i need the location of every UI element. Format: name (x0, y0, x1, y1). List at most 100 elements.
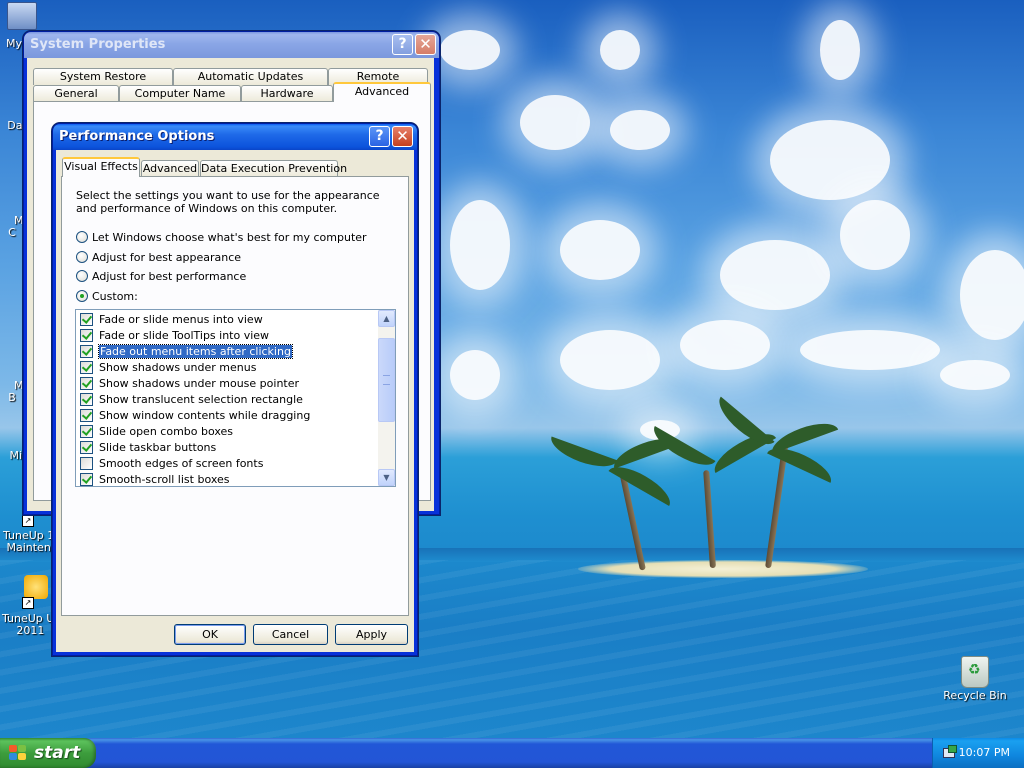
effect-checkbox[interactable] (80, 456, 93, 470)
effect-checkbox[interactable] (80, 440, 93, 454)
cloud (610, 110, 670, 150)
clock[interactable]: 10:07 PM (959, 746, 1010, 759)
arrow-up-icon: ▲ (383, 314, 390, 323)
effect-checkbox[interactable] (80, 344, 93, 358)
tab-advanced[interactable]: Advanced (141, 160, 199, 177)
effect-checkbox[interactable] (80, 328, 93, 342)
help-button[interactable]: ? (369, 126, 390, 147)
system-properties-titlebar[interactable]: System Properties ? ✕ (24, 32, 439, 58)
effect-label: Fade or slide menus into view (99, 312, 263, 326)
radio-button[interactable] (76, 290, 88, 302)
desktop-icon-tuneup-utilities[interactable]: ↗ TuneUp Ut 2011 (0, 575, 59, 637)
effect-label: Fade out menu items after clicking (98, 343, 293, 359)
radio-best-appearance[interactable]: Adjust for best appearance (76, 249, 241, 265)
cloud (600, 30, 640, 70)
cloud (840, 200, 910, 270)
radio-button[interactable] (76, 231, 88, 243)
tuneup-icon (24, 575, 48, 599)
windows-logo-icon (9, 745, 27, 761)
performance-options-titlebar[interactable]: Performance Options ? ✕ (53, 124, 417, 150)
close-button[interactable]: ✕ (415, 34, 436, 55)
apply-button[interactable]: Apply (335, 624, 408, 645)
arrow-down-icon: ▼ (383, 473, 390, 482)
question-icon: ? (375, 128, 384, 144)
effect-item[interactable]: Fade out menu items after clicking (80, 343, 293, 359)
grip-icon (383, 375, 390, 385)
description-text: Select the settings you want to use for … (76, 189, 380, 215)
palm-frond (546, 436, 618, 474)
tab-hardware[interactable]: Hardware (241, 85, 333, 102)
effect-label: Slide open combo boxes (99, 424, 234, 438)
effect-label: Show shadows under menus (99, 360, 257, 374)
taskbar: start 10:07 PM (0, 738, 1024, 768)
close-button[interactable]: ✕ (392, 126, 413, 147)
desktop-icon-micro-1[interactable]: Micro C (0, 203, 43, 251)
desktop-icon-tuneup-maintenance[interactable]: ↗ TuneUp 1 Mainten (0, 515, 56, 563)
desktop-icon-micro-2[interactable]: Micro B (0, 368, 43, 416)
cloud (450, 200, 510, 290)
performance-options-window[interactable]: Performance Options ? ✕ Visual Effects A… (52, 123, 418, 656)
tab-system-restore[interactable]: System Restore (33, 68, 173, 85)
effect-checkbox[interactable] (80, 472, 93, 486)
start-button[interactable]: start (0, 738, 96, 768)
performance-options-client: Visual Effects Advanced Data Execution P… (56, 150, 414, 652)
visual-effects-panel: Select the settings you want to use for … (61, 176, 409, 616)
scroll-up-button[interactable]: ▲ (378, 310, 395, 327)
cloud (680, 320, 770, 370)
effect-item[interactable]: Show shadows under menus (80, 359, 256, 375)
effect-checkbox[interactable] (80, 392, 93, 406)
close-icon: ✕ (396, 127, 409, 145)
cloud (560, 330, 660, 390)
recycle-symbol-icon: ♻ (968, 662, 981, 678)
tab-general[interactable]: General (33, 85, 119, 102)
cloud (770, 120, 890, 200)
effect-item[interactable]: Show window contents while dragging (80, 407, 310, 423)
effect-label: Show window contents while dragging (99, 408, 311, 422)
cloud (440, 30, 500, 70)
help-button[interactable]: ? (392, 34, 413, 55)
effect-checkbox[interactable] (80, 424, 93, 438)
effect-item[interactable]: Slide open combo boxes (80, 423, 233, 439)
radio-let-windows-choose[interactable]: Let Windows choose what's best for my co… (76, 229, 367, 245)
effect-item[interactable]: Show translucent selection rectangle (80, 391, 303, 407)
radio-custom[interactable]: Custom: (76, 288, 138, 304)
cloud (960, 250, 1024, 340)
cloud (520, 95, 590, 150)
effect-item[interactable]: Smooth-scroll list boxes (80, 471, 230, 486)
desktop-icon-my-computer[interactable]: My (2, 2, 42, 50)
scroll-down-button[interactable]: ▼ (378, 469, 395, 486)
effect-label: Fade or slide ToolTips into view (99, 328, 270, 342)
question-icon: ? (398, 36, 407, 52)
network-icon[interactable] (943, 745, 957, 759)
ok-button[interactable]: OK (174, 624, 246, 645)
cloud (820, 20, 860, 80)
scroll-thumb[interactable] (378, 338, 395, 422)
effect-checkbox[interactable] (80, 360, 93, 374)
tab-computer-name[interactable]: Computer Name (119, 85, 241, 102)
desktop-icon-recycle-bin[interactable]: ♻ Recycle Bin (940, 656, 1010, 702)
effect-item[interactable]: Fade or slide ToolTips into view (80, 327, 269, 343)
effect-item[interactable]: Show shadows under mouse pointer (80, 375, 299, 391)
effect-item[interactable]: Slide taskbar buttons (80, 439, 216, 455)
vertical-scrollbar[interactable]: ▲ ▼ (378, 310, 395, 486)
effect-item[interactable]: Smooth edges of screen fonts (80, 455, 263, 471)
effect-item[interactable]: Fade or slide menus into view (80, 311, 263, 327)
visual-effects-list[interactable]: Fade or slide menus into view Fade or sli… (75, 309, 396, 487)
effect-checkbox[interactable] (80, 312, 93, 326)
tab-data-execution-prevention[interactable]: Data Execution Prevention (200, 160, 347, 177)
effect-checkbox[interactable] (80, 408, 93, 422)
radio-best-performance[interactable]: Adjust for best performance (76, 268, 246, 284)
shortcut-arrow-icon: ↗ (22, 515, 34, 527)
radio-button[interactable] (76, 251, 88, 263)
computer-icon (7, 2, 37, 30)
cancel-button[interactable]: Cancel (253, 624, 328, 645)
effect-checkbox[interactable] (80, 376, 93, 390)
effect-label: Show translucent selection rectangle (99, 392, 303, 406)
effect-label: Smooth-scroll list boxes (99, 472, 230, 486)
tab-advanced[interactable]: Advanced (333, 82, 431, 102)
radio-button[interactable] (76, 270, 88, 282)
tab-automatic-updates[interactable]: Automatic Updates (173, 68, 328, 85)
effect-label: Show shadows under mouse pointer (99, 376, 300, 390)
tab-visual-effects[interactable]: Visual Effects (62, 157, 140, 177)
system-tray: 10:07 PM (932, 738, 1024, 768)
